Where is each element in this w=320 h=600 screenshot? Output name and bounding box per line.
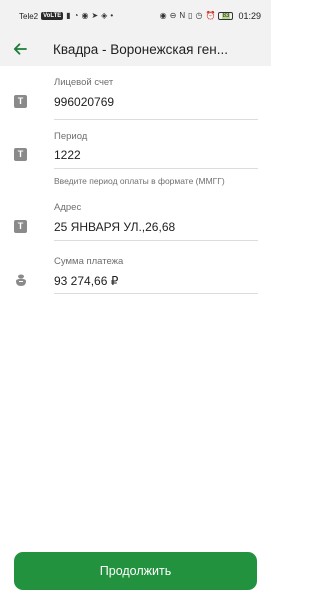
continue-button[interactable]: Продолжить <box>14 552 257 590</box>
address-value[interactable]: 25 ЯНВАРЯ УЛ.,26,68 <box>54 220 175 234</box>
address-underline <box>54 240 258 241</box>
carrier-label: Tele2 <box>19 11 39 21</box>
status-bar: Tele2 VoLTE ▮ ◔ ◉ ➤ ◈ • ◉ ⊖ N ▯ ◷ ⏰ 83 0… <box>0 0 271 32</box>
location-icon: ◈ <box>101 11 108 20</box>
arrow-left-icon <box>14 43 28 55</box>
volte-badge: VoLTE <box>41 12 64 20</box>
alarm-icon: ⏰ <box>205 11 216 20</box>
period-hint: Введите период оплаты в формате (ММГГ) <box>54 176 225 186</box>
coins-icon <box>16 274 26 286</box>
eye-icon: ◉ <box>159 11 167 20</box>
top-app-bar: Квадра - Воронежская ген... <box>0 32 271 66</box>
period-underline <box>54 168 258 169</box>
more-dots-icon: • <box>110 11 114 20</box>
account-field[interactable]: T Лицевой счет 996020769 <box>0 66 271 126</box>
address-field[interactable]: T Адрес 25 ЯНВАРЯ УЛ.,26,68 <box>0 196 271 254</box>
speedometer-icon: ◷ <box>195 11 203 20</box>
account-label: Лицевой счет <box>54 77 114 88</box>
clock: 01:29 <box>238 11 261 21</box>
dnd-icon: ⊖ <box>169 11 177 20</box>
battery-icon: 83 <box>218 12 234 20</box>
period-value[interactable]: 1222 <box>54 148 81 162</box>
text-field-icon: T <box>14 148 27 161</box>
period-label: Период <box>54 131 88 142</box>
back-button[interactable] <box>0 32 39 66</box>
account-value[interactable]: 996020769 <box>54 95 114 109</box>
vibrate-icon: ▯ <box>188 11 193 20</box>
text-field-icon: T <box>14 95 27 108</box>
amount-underline <box>54 293 258 294</box>
amount-value[interactable]: 93 274,66 ₽ <box>54 274 118 288</box>
amount-field[interactable]: Сумма платежа 93 274,66 ₽ <box>0 254 271 300</box>
period-field[interactable]: T Период 1222 Введите период оплаты в фо… <box>0 126 271 196</box>
page-title: Квадра - Воронежская ген... <box>52 41 229 57</box>
address-label: Адрес <box>54 202 82 213</box>
account-underline <box>54 119 258 120</box>
amount-label: Сумма платежа <box>54 256 124 267</box>
nfc-icon: N <box>179 11 186 20</box>
wifi-icon: ◔ <box>73 11 79 20</box>
telegram-icon: ➤ <box>91 11 99 20</box>
whatsapp-icon: ◉ <box>81 11 89 20</box>
signal-icon: ▮ <box>66 11 71 20</box>
text-field-icon: T <box>14 220 27 233</box>
battery-level: 83 <box>221 13 231 19</box>
